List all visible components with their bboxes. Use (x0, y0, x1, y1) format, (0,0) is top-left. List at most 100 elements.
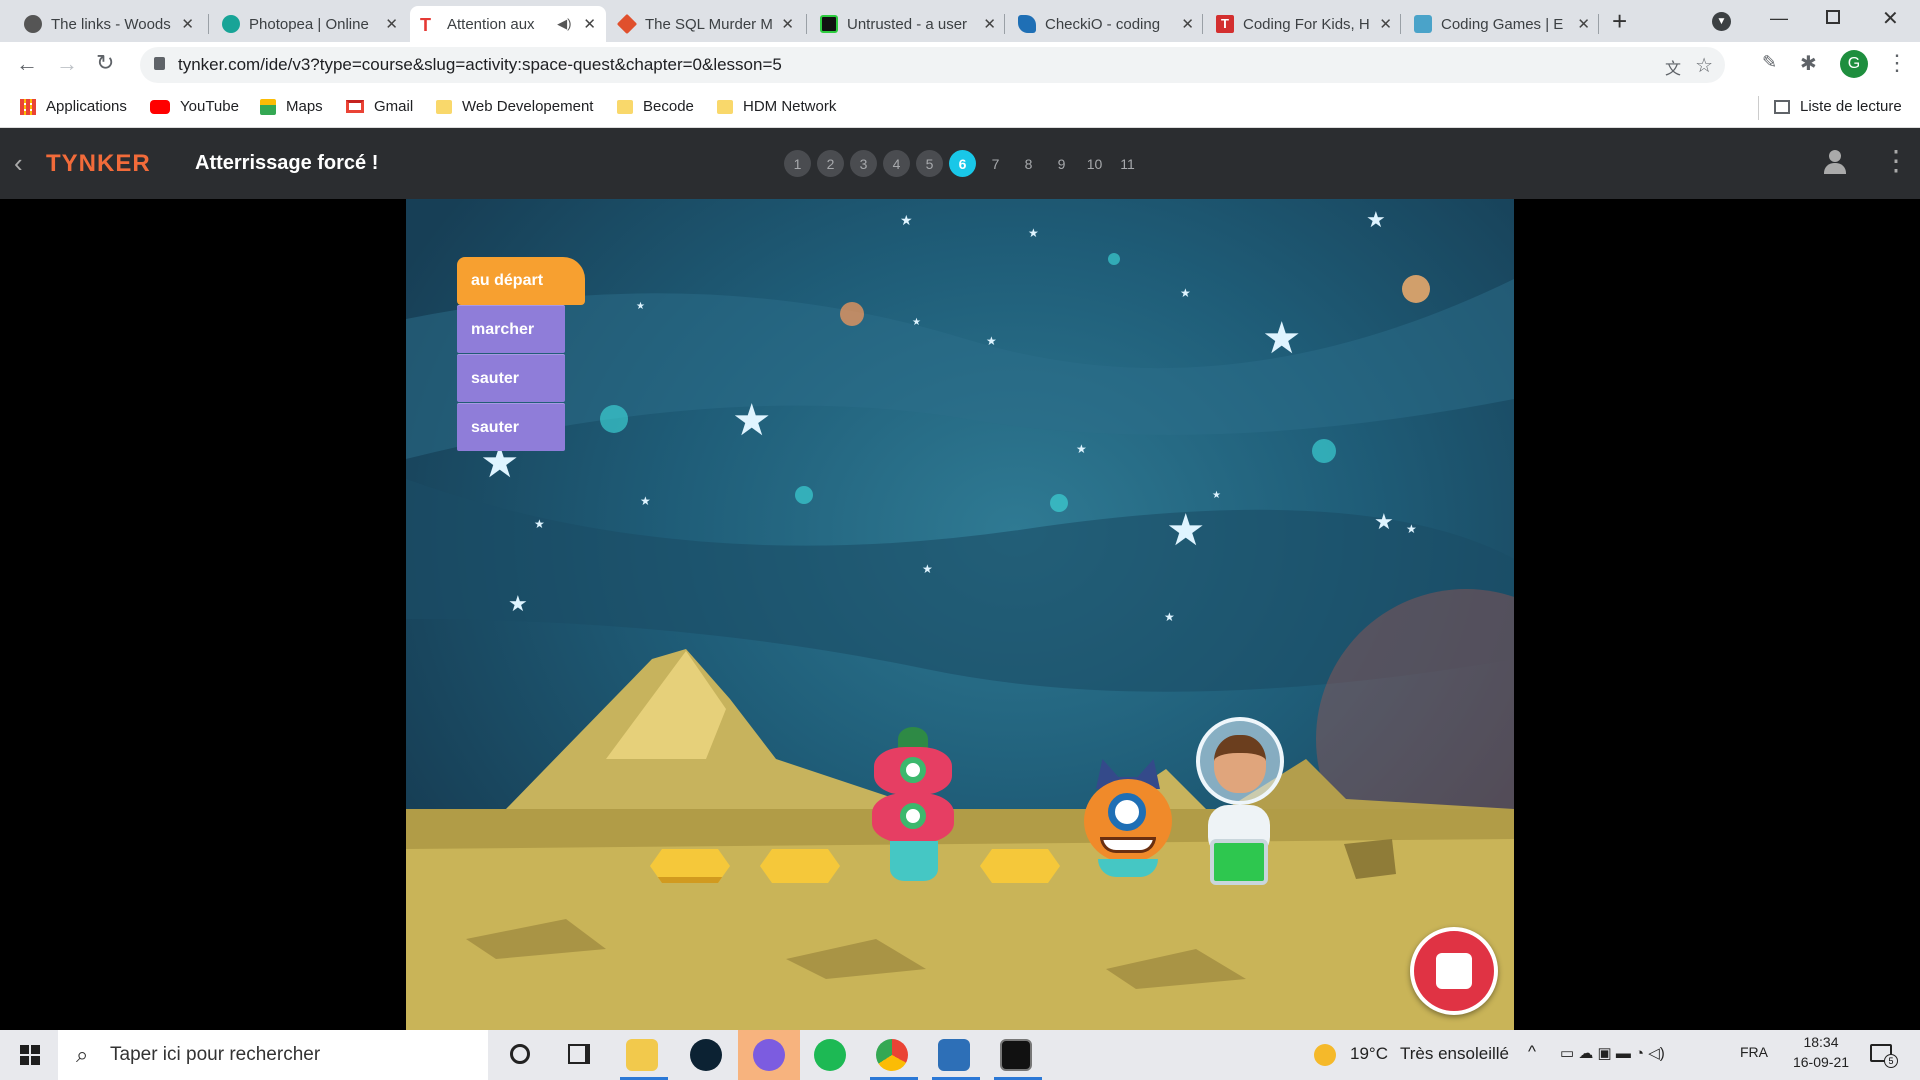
stop-button[interactable] (1410, 927, 1498, 1015)
back-chevron-icon[interactable]: ‹ (14, 148, 23, 179)
youtube-icon (150, 99, 170, 114)
close-icon[interactable]: ✕ (181, 15, 194, 33)
notification-count: 5 (1884, 1054, 1898, 1068)
url-text: tynker.com/ide/v3?type=course&slug=activ… (178, 55, 782, 74)
reading-list[interactable]: Liste de lecture (1774, 98, 1902, 115)
lesson-step-10[interactable]: 10 (1081, 150, 1108, 177)
tynker-t-icon: T (1216, 15, 1234, 33)
translate-icon[interactable]: 文 (1665, 55, 1681, 79)
discord-icon[interactable] (753, 1039, 785, 1071)
minimize-icon[interactable]: — (1770, 8, 1788, 29)
taskbar-search[interactable]: ⌕ Taper ici pour rechercher (58, 1030, 488, 1080)
file-explorer-icon[interactable] (626, 1039, 658, 1071)
tab-the-links[interactable]: The links - Woods ✕ (14, 6, 204, 42)
show-hidden-icons[interactable]: ^ (1528, 1042, 1536, 1062)
address-bar[interactable]: tynker.com/ide/v3?type=course&slug=activ… (140, 47, 1725, 83)
tray-icons[interactable]: ▭ ☁ ▣ ▬ ◔ ◁) (1560, 1044, 1665, 1062)
lesson-step-5[interactable]: 5 (916, 150, 943, 177)
svg-text:★: ★ (1406, 522, 1417, 536)
lesson-step-4[interactable]: 4 (883, 150, 910, 177)
pink-alien-character (868, 727, 958, 887)
bookmark-applications[interactable]: Applications (20, 98, 127, 115)
svg-text:★: ★ (1164, 610, 1175, 624)
reload-icon[interactable]: ↻ (96, 50, 114, 76)
bookmark-becode[interactable]: Becode (617, 98, 694, 115)
apps-grid-icon (20, 98, 36, 115)
bookmark-gmail[interactable]: Gmail (346, 98, 413, 115)
sql-murder-icon (616, 13, 638, 35)
tab-attention-aux[interactable]: T Attention aux ◀) ✕ (410, 6, 606, 42)
tab-sql-murder[interactable]: The SQL Murder M ✕ (608, 6, 804, 42)
close-icon[interactable]: ✕ (583, 15, 596, 33)
language-indicator[interactable]: FRA (1740, 1044, 1768, 1060)
user-icon[interactable] (1822, 150, 1848, 176)
tab-separator (208, 14, 209, 34)
svg-text:★: ★ (1180, 286, 1191, 300)
lesson-step-2[interactable]: 2 (817, 150, 844, 177)
profile-avatar[interactable]: G (1840, 50, 1868, 78)
extensions-puzzle-icon[interactable]: ✱ (1800, 51, 1817, 76)
lesson-navigator: 1 2 3 4 5 6 7 8 9 10 11 (784, 150, 1141, 177)
tab-coding-for-kids[interactable]: T Coding For Kids, H ✕ (1206, 6, 1402, 42)
lock-icon (154, 57, 165, 70)
tab-checkio[interactable]: CheckiO - coding ✕ (1008, 6, 1204, 42)
lesson-step-3[interactable]: 3 (850, 150, 877, 177)
app-badge-icon[interactable] (938, 1039, 970, 1071)
gitkraken-icon[interactable] (690, 1039, 722, 1071)
code-block-when-start[interactable]: au départ (457, 257, 585, 305)
close-icon[interactable]: ✕ (385, 15, 398, 33)
svg-text:★: ★ (912, 317, 921, 328)
game-stage: ★★ ★★ ★★ ★★ ★★ ★★ ★★ ★★ ★★ ★★ (406, 199, 1514, 1030)
new-tab-icon[interactable]: + (1612, 6, 1627, 37)
bookmark-web-developement[interactable]: Web Developement (436, 98, 593, 115)
lesson-step-8[interactable]: 8 (1015, 150, 1042, 177)
svg-text:★: ★ (508, 591, 528, 616)
back-icon[interactable]: ← (16, 51, 38, 77)
windows-start-icon[interactable] (20, 1045, 40, 1065)
close-icon[interactable]: ✕ (983, 15, 996, 33)
reading-list-icon (1774, 99, 1790, 114)
weather-temp[interactable]: 19°C (1350, 1044, 1388, 1064)
tab-search-icon[interactable]: ▼ (1712, 12, 1731, 31)
tynker-logo[interactable]: TYNKER (46, 150, 151, 178)
tab-coding-games[interactable]: Coding Games | E ✕ (1404, 6, 1600, 42)
bookmark-star-icon[interactable]: ☆ (1695, 53, 1713, 78)
gold-gem-3 (980, 849, 1060, 883)
weather-text[interactable]: Très ensoleillé (1400, 1044, 1509, 1064)
close-icon[interactable]: ✕ (781, 15, 794, 33)
task-view-icon[interactable] (568, 1044, 590, 1064)
app-menu-icon[interactable]: ⋮ (1882, 144, 1910, 177)
lesson-step-1[interactable]: 1 (784, 150, 811, 177)
lesson-step-6[interactable]: 6 (949, 150, 976, 177)
eyedropper-extension-icon[interactable]: ✎ (1762, 52, 1784, 74)
close-window-icon[interactable]: ✕ (1882, 6, 1899, 31)
close-icon[interactable]: ✕ (1181, 15, 1194, 33)
lesson-step-9[interactable]: 9 (1048, 150, 1075, 177)
svg-text:★: ★ (1166, 506, 1205, 555)
speaker-icon[interactable]: ◀) (557, 16, 571, 32)
code-block-jump[interactable]: sauter (457, 354, 565, 402)
restore-icon[interactable] (1826, 10, 1840, 24)
lesson-step-11[interactable]: 11 (1114, 150, 1141, 177)
forward-icon[interactable]: → (56, 51, 78, 77)
bookmark-youtube[interactable]: YouTube (150, 98, 239, 115)
close-icon[interactable]: ✕ (1379, 15, 1392, 33)
tab-separator (1598, 14, 1599, 34)
tab-photopea[interactable]: Photopea | Online ✕ (212, 6, 408, 42)
bookmark-hdm-network[interactable]: HDM Network (717, 98, 836, 115)
clock[interactable]: 18:34 16-09-21 (1786, 1034, 1856, 1070)
tab-untrusted[interactable]: Untrusted - a user ✕ (810, 6, 1006, 42)
spotify-icon[interactable] (814, 1039, 846, 1071)
terminal-icon[interactable] (1000, 1039, 1032, 1071)
browser-menu-icon[interactable]: ⋮ (1886, 50, 1908, 76)
tab-separator (806, 14, 807, 34)
notifications-icon[interactable]: 5 (1870, 1044, 1898, 1068)
code-block-jump[interactable]: sauter (457, 403, 565, 451)
close-icon[interactable]: ✕ (1577, 15, 1590, 33)
chrome-icon[interactable] (876, 1039, 908, 1071)
lesson-step-7[interactable]: 7 (982, 150, 1009, 177)
cortana-icon[interactable] (510, 1044, 530, 1064)
bookmark-maps[interactable]: Maps (260, 98, 323, 115)
svg-text:★: ★ (900, 212, 913, 228)
code-block-walk[interactable]: marcher (457, 305, 565, 353)
